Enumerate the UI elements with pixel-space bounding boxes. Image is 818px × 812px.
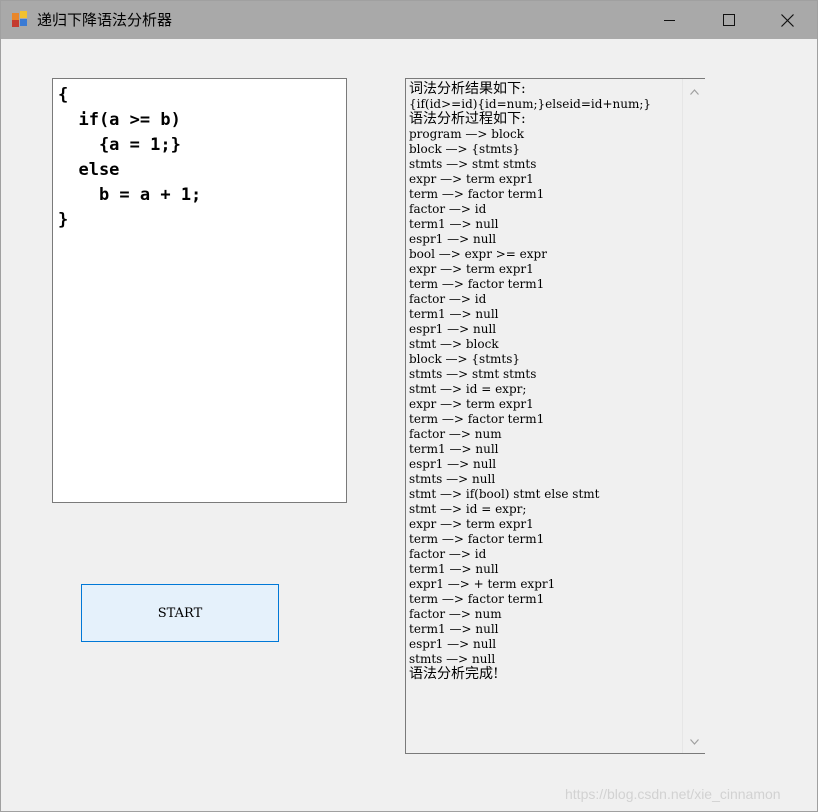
vertical-scrollbar[interactable] <box>682 79 705 753</box>
output-line: stmts —> stmt stmts <box>409 157 537 171</box>
output-line: stmt —> id = expr; <box>409 502 527 516</box>
window-title: 递归下降语法分析器 <box>37 11 173 29</box>
output-line: term —> factor term1 <box>409 277 545 291</box>
output-line: factor —> id <box>409 547 487 561</box>
code-line: if(a >= b) <box>58 110 181 130</box>
output-line: bool —> expr >= expr <box>409 247 547 261</box>
code-line: else <box>58 160 120 180</box>
output-line: term1 —> null <box>409 562 499 576</box>
output-line: program —> block <box>409 127 525 141</box>
output-line: expr —> term expr1 <box>409 517 534 531</box>
app-icon <box>12 11 28 27</box>
output-line: 语法分析过程如下: <box>409 111 526 127</box>
output-line: term —> factor term1 <box>409 532 545 546</box>
output-line: term1 —> null <box>409 442 499 456</box>
watermark-url: https://blog.csdn.net/xie_cinnamon <box>565 786 781 802</box>
close-button[interactable] <box>757 1 817 39</box>
output-line: stmt —> id = expr; <box>409 382 527 396</box>
output-line: block —> {stmts} <box>409 142 521 156</box>
output-line: factor —> num <box>409 427 502 441</box>
source-code-textbox[interactable]: { if(a >= b) {a = 1;} else b = a + 1; } <box>52 78 347 503</box>
minimize-button[interactable] <box>639 1 699 39</box>
output-line: stmt —> block <box>409 337 499 351</box>
output-line: term —> factor term1 <box>409 592 545 606</box>
scroll-up-button[interactable] <box>683 83 705 100</box>
output-line: espr1 —> null <box>409 322 497 336</box>
output-line: espr1 —> null <box>409 457 497 471</box>
output-line: term1 —> null <box>409 217 499 231</box>
minimize-icon <box>663 19 675 21</box>
output-line: espr1 —> null <box>409 232 497 246</box>
output-line: stmt —> if(bool) stmt else stmt <box>409 487 600 501</box>
chevron-down-icon <box>689 738 699 745</box>
output-line: factor —> id <box>409 202 487 216</box>
output-line: factor —> num <box>409 607 502 621</box>
output-line: term —> factor term1 <box>409 187 545 201</box>
output-line: term —> factor term1 <box>409 412 545 426</box>
output-line: 词法分析结果如下: <box>409 81 526 97</box>
output-line: stmts —> null <box>409 652 496 666</box>
output-line: factor —> id <box>409 292 487 306</box>
output-line: {if(id>=id){id=num;}elseid=id+num;} <box>409 97 652 111</box>
app-window: 递归下降语法分析器 { if(a >= b) {a = 1;} else b =… <box>0 0 818 812</box>
output-line: expr1 —> + term expr1 <box>409 577 556 591</box>
output-line: stmts —> stmt stmts <box>409 367 537 381</box>
code-line: b = a + 1; <box>58 185 202 205</box>
scroll-down-button[interactable] <box>683 733 705 750</box>
output-line: 语法分析完成! <box>409 666 499 682</box>
close-icon <box>780 13 794 27</box>
output-line: stmts —> null <box>409 472 496 486</box>
code-line: {a = 1;} <box>58 135 181 155</box>
title-bar[interactable]: 递归下降语法分析器 <box>1 1 817 39</box>
maximize-icon <box>723 14 735 26</box>
chevron-up-icon <box>689 88 699 95</box>
maximize-button[interactable] <box>699 1 759 39</box>
output-line: expr —> term expr1 <box>409 397 534 411</box>
code-line: } <box>58 210 69 230</box>
output-line: term1 —> null <box>409 307 499 321</box>
output-line: term1 —> null <box>409 622 499 636</box>
analysis-output-textbox[interactable]: 词法分析结果如下: {if(id>=id){id=num;}elseid=id+n… <box>405 78 705 754</box>
output-line: espr1 —> null <box>409 637 497 651</box>
output-line: block —> {stmts} <box>409 352 521 366</box>
output-line: expr —> term expr1 <box>409 262 534 276</box>
code-line: { <box>58 85 69 105</box>
start-button[interactable]: START <box>81 584 279 642</box>
output-line: expr —> term expr1 <box>409 172 534 186</box>
